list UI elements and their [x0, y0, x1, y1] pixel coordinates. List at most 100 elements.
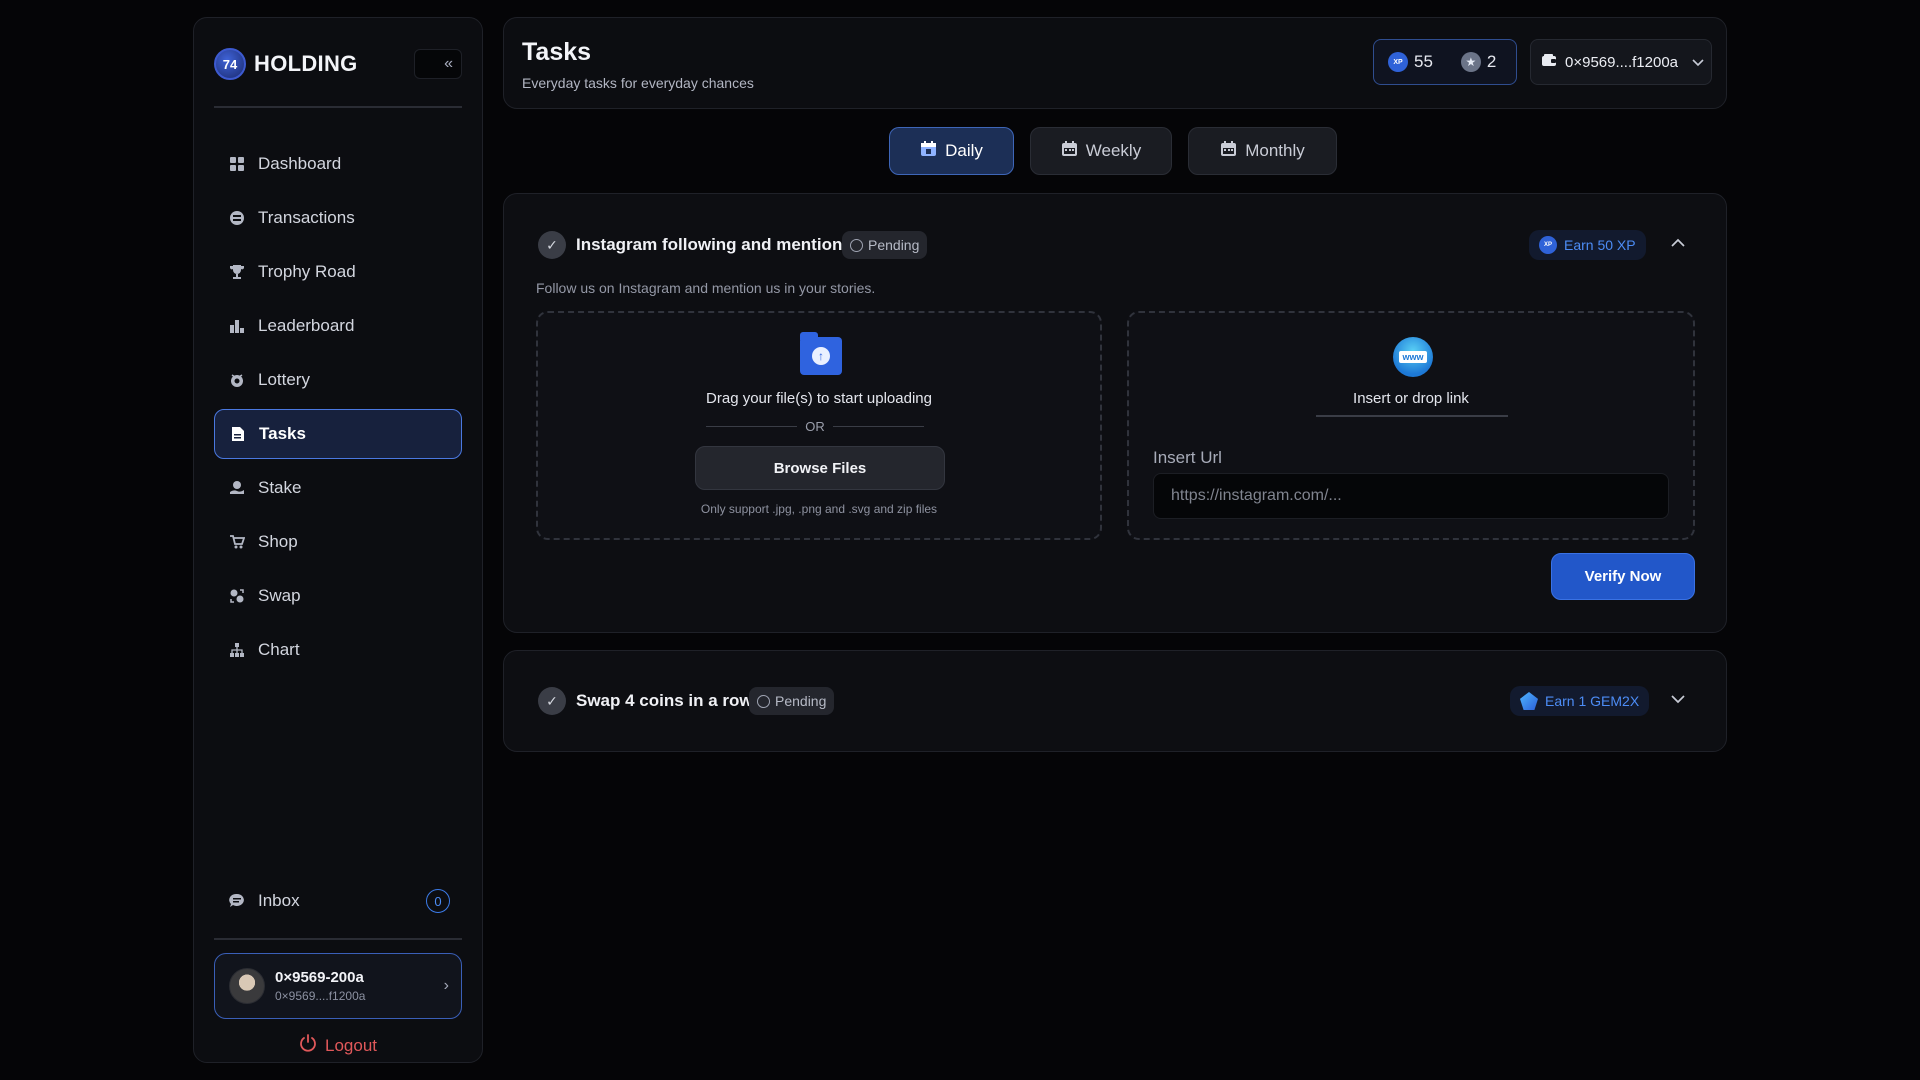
sidebar-item-label: Swap	[258, 586, 301, 605]
task-check-icon: ✓	[538, 231, 566, 259]
sidebar-item-lottery[interactable]: Lottery	[214, 355, 462, 405]
reward-badge: XP Earn 50 XP	[1529, 230, 1646, 260]
or-divider: OR	[706, 419, 924, 434]
sidebar-divider-bottom	[214, 938, 462, 940]
sidebar-item-stake[interactable]: Stake	[214, 463, 462, 513]
task-card-swap[interactable]: ✓ Swap 4 coins in a row Pending Earn 1 G…	[503, 650, 1727, 752]
file-dropzone[interactable]: ↑ Drag your file(s) to start uploading O…	[536, 311, 1102, 540]
stake-icon	[228, 479, 246, 497]
logout-label: Logout	[325, 1035, 377, 1055]
podium-icon	[228, 317, 246, 335]
sidebar-nav: Dashboard Transactions Trophy Road Leade…	[214, 139, 462, 679]
cart-icon	[228, 533, 246, 551]
sidebar-item-label: Transactions	[258, 208, 355, 227]
brand-logo: 74	[214, 48, 246, 80]
calendar-icon	[1061, 140, 1078, 162]
brand[interactable]: 74 HOLDING	[214, 46, 358, 82]
status-badge: Pending	[749, 687, 835, 715]
sidebar-item-label: Leaderboard	[258, 316, 355, 335]
tab-label: Daily	[945, 141, 983, 160]
xp-value: 55	[1414, 52, 1433, 71]
page-subtitle: Everyday tasks for everyday chances	[522, 75, 754, 91]
double-chevron-left-icon: «	[444, 55, 453, 72]
gem-value: 2	[1486, 52, 1497, 71]
user-info: 0×9569-200a 0×9569....f1200a	[275, 969, 365, 1003]
coin-icon	[228, 209, 246, 227]
sidebar-item-label: Trophy Road	[258, 262, 356, 281]
status-label: Pending	[775, 693, 827, 709]
user-name: 0×9569-200a	[275, 969, 364, 986]
browse-files-button[interactable]: Browse Files	[695, 446, 945, 490]
reward-label: Earn 1 GEM2X	[1545, 693, 1640, 709]
task-title: Swap 4 coins in a row	[576, 691, 753, 710]
chevron-down-icon[interactable]	[1671, 688, 1685, 709]
user-address: 0×9569....f1200a	[275, 989, 366, 1003]
url-input[interactable]	[1153, 473, 1669, 519]
swap-icon	[228, 587, 246, 605]
star-gem-icon: ★	[1460, 52, 1481, 72]
link-instructions: Insert or drop link	[1353, 390, 1469, 407]
gem-icon	[1520, 692, 1538, 710]
sidebar-item-transactions[interactable]: Transactions	[214, 193, 462, 243]
page-header: Tasks Everyday tasks for everyday chance…	[503, 17, 1727, 109]
period-tabs: Daily Weekly Monthly	[889, 127, 1337, 175]
chat-bubble-icon	[228, 892, 246, 910]
document-icon	[229, 425, 247, 443]
sidebar-item-inbox[interactable]: Inbox 0	[214, 876, 462, 926]
logout-button[interactable]: Logout	[194, 1034, 482, 1057]
task-description: Follow us on Instagram and mention us in…	[536, 280, 876, 296]
reward-label: Earn 50 XP	[1564, 237, 1636, 253]
sidebar-item-tasks[interactable]: Tasks	[214, 409, 462, 459]
link-dropzone[interactable]: www Insert or drop link Insert Url	[1127, 311, 1695, 540]
brand-name: HOLDING	[254, 51, 358, 76]
sidebar-item-label: Dashboard	[258, 154, 342, 173]
wallet-address: 0×9569....f1200a	[1565, 53, 1679, 71]
tab-label: Monthly	[1245, 141, 1305, 160]
tab-monthly[interactable]: Monthly	[1188, 127, 1337, 175]
lottery-icon	[228, 371, 246, 389]
task-title: Instagram following and mentions	[576, 235, 852, 254]
calendar-icon	[1220, 140, 1237, 162]
sidebar-item-leaderboard[interactable]: Leaderboard	[214, 301, 462, 351]
task-check-icon: ✓	[538, 687, 566, 715]
sidebar-item-label: Shop	[258, 532, 298, 551]
page-title: Tasks	[522, 38, 592, 66]
tab-daily[interactable]: Daily	[889, 127, 1014, 175]
sidebar-item-shop[interactable]: Shop	[214, 517, 462, 567]
grid-icon	[228, 155, 246, 173]
sidebar-item-label: Lottery	[258, 370, 310, 389]
drag-instructions: Drag your file(s) to start uploading	[706, 390, 932, 407]
chevron-right-icon: ›	[443, 977, 449, 994]
clock-icon	[757, 694, 770, 708]
calendar-icon	[920, 140, 937, 162]
sidebar-item-trophy-road[interactable]: Trophy Road	[214, 247, 462, 297]
collapse-sidebar-button[interactable]: «	[414, 49, 462, 79]
sidebar-item-chart[interactable]: Chart	[214, 625, 462, 675]
xp-icon: XP	[1539, 236, 1557, 254]
chevron-up-icon[interactable]	[1671, 231, 1685, 252]
verify-now-button[interactable]: Verify Now	[1551, 553, 1695, 600]
sidebar-item-dashboard[interactable]: Dashboard	[214, 139, 462, 189]
sidebar-item-label: Chart	[258, 640, 300, 659]
clock-icon	[850, 238, 863, 252]
tab-weekly[interactable]: Weekly	[1030, 127, 1172, 175]
sidebar-item-label: Tasks	[259, 424, 306, 443]
inbox-label: Inbox	[258, 891, 300, 910]
avatar	[229, 968, 265, 1004]
user-profile-card[interactable]: 0×9569-200a 0×9569....f1200a ›	[214, 953, 462, 1019]
power-icon	[299, 1034, 317, 1057]
wallet-icon	[1541, 53, 1557, 71]
folder-upload-icon: ↑	[800, 332, 842, 375]
status-label: Pending	[868, 237, 920, 253]
hierarchy-chart-icon	[228, 641, 246, 659]
globe-www-icon: www	[1393, 337, 1433, 377]
status-badge: Pending	[842, 231, 928, 259]
wallet-dropdown[interactable]: 0×9569....f1200a	[1530, 39, 1712, 85]
user-stats-pill[interactable]: XP 55 ★ 2	[1373, 39, 1517, 85]
sidebar-divider-top	[214, 106, 462, 108]
xp-icon: XP	[1388, 52, 1408, 72]
trophy-icon	[228, 263, 246, 281]
url-field-label: Insert Url	[1153, 448, 1222, 467]
task-card-instagram: ✓ Instagram following and mentions Pendi…	[503, 193, 1727, 633]
sidebar-item-swap[interactable]: Swap	[214, 571, 462, 621]
